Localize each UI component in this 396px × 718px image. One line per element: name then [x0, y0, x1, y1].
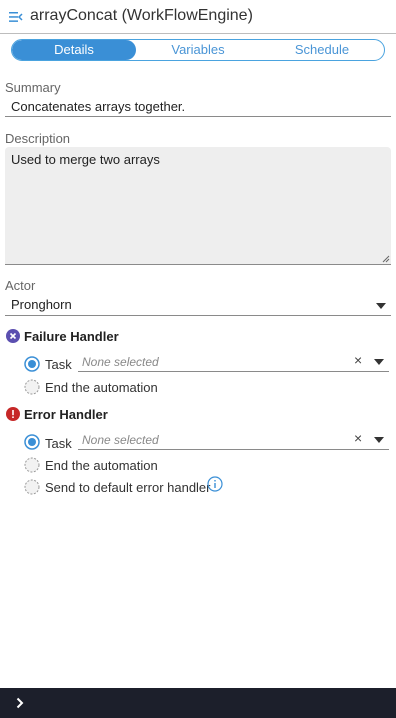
tab-variables[interactable]: Variables: [136, 40, 260, 60]
actor-select[interactable]: Pronghorn: [11, 297, 72, 312]
error-select-underline: [78, 449, 389, 450]
error-task-select[interactable]: None selected: [82, 433, 159, 447]
error-handler-title: Error Handler: [24, 407, 108, 422]
x-circle-icon: [6, 329, 20, 343]
menu-collapse-icon[interactable]: [9, 11, 23, 23]
failure-chevron-down-icon[interactable]: [374, 359, 384, 365]
description-label: Description: [5, 131, 71, 146]
failure-task-select[interactable]: None selected: [82, 355, 159, 369]
failure-handler-title: Failure Handler: [24, 329, 119, 344]
description-textarea[interactable]: Used to merge two arrays: [5, 147, 391, 265]
error-end-radio[interactable]: [24, 457, 40, 473]
footer-bar: [0, 688, 396, 718]
alert-circle-icon: [6, 407, 20, 421]
error-chevron-down-icon[interactable]: [374, 437, 384, 443]
error-default-label: Send to default error handler: [45, 480, 211, 495]
error-task-label: Task: [45, 436, 72, 451]
failure-task-radio[interactable]: [24, 356, 40, 372]
tab-schedule[interactable]: Schedule: [260, 40, 384, 60]
summary-label: Summary: [5, 80, 61, 95]
chevron-down-icon[interactable]: [376, 303, 386, 309]
failure-task-label: Task: [45, 357, 72, 372]
failure-clear-icon[interactable]: ×: [354, 352, 362, 368]
failure-end-label: End the automation: [45, 380, 158, 395]
description-text: Used to merge two arrays: [11, 152, 160, 167]
tab-details[interactable]: Details: [12, 40, 136, 60]
error-task-radio[interactable]: [24, 434, 40, 450]
failure-select-underline: [78, 371, 389, 372]
tab-bar: Details Variables Schedule: [11, 39, 385, 61]
failure-end-radio[interactable]: [24, 379, 40, 395]
summary-input[interactable]: Concatenates arrays together.: [11, 99, 185, 114]
error-clear-icon[interactable]: ×: [354, 430, 362, 446]
actor-label: Actor: [5, 278, 36, 293]
info-icon[interactable]: [207, 476, 223, 492]
summary-underline: [5, 116, 391, 117]
actor-underline: [5, 315, 391, 316]
error-end-label: End the automation: [45, 458, 158, 473]
resize-handle-icon[interactable]: [382, 255, 390, 263]
error-default-radio[interactable]: [24, 479, 40, 495]
page-title: arrayConcat (WorkFlowEngine): [30, 7, 253, 24]
header: arrayConcat (WorkFlowEngine): [0, 0, 396, 34]
chevron-right-icon[interactable]: [16, 697, 24, 709]
